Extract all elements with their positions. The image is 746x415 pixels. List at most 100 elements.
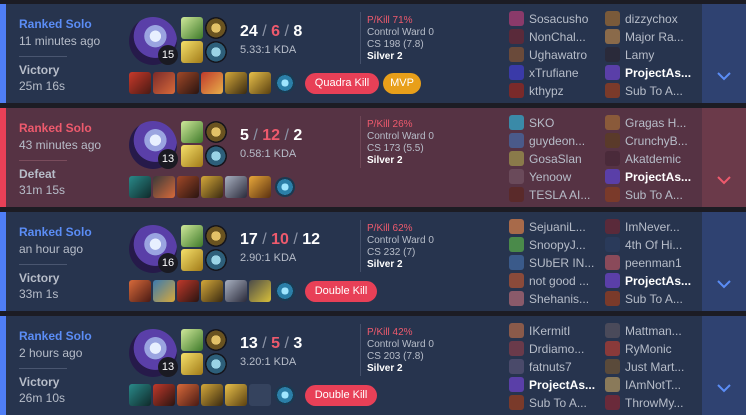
player-row[interactable]: Akatdemic	[605, 150, 697, 168]
item-icon[interactable]	[177, 72, 199, 94]
item-icon[interactable]	[201, 176, 223, 198]
primary-rune-icon[interactable]	[205, 121, 227, 143]
ward-trinket-icon[interactable]	[275, 177, 295, 197]
expand-button[interactable]	[702, 212, 746, 311]
player-row[interactable]: RyMonic	[605, 340, 697, 358]
match-card[interactable]: Ranked Solo 2 hours ago Victory 26m 10s …	[0, 316, 746, 415]
player-row[interactable]: Sub To A...	[605, 290, 697, 308]
player-name[interactable]: SejuaniL...	[529, 220, 586, 234]
player-row[interactable]: 4th Of Hi...	[605, 236, 697, 254]
player-row[interactable]: ProjectAs...	[509, 376, 601, 394]
player-row[interactable]: ImNever...	[605, 218, 697, 236]
player-row[interactable]: IAmNotT...	[605, 376, 697, 394]
player-row[interactable]: Shehanis...	[509, 290, 601, 308]
player-row[interactable]: Sosacusho	[509, 10, 601, 28]
player-row[interactable]: kthypz	[509, 82, 601, 100]
player-name[interactable]: fatnuts7	[529, 360, 572, 374]
item-icon[interactable]	[129, 72, 151, 94]
item-icon[interactable]	[201, 72, 223, 94]
flash-spell-icon[interactable]	[181, 249, 203, 271]
player-name[interactable]: guydeon...	[529, 134, 585, 148]
expand-button[interactable]	[702, 316, 746, 415]
player-row[interactable]: Ughawatro	[509, 46, 601, 64]
player-row[interactable]: peenman1	[605, 254, 697, 272]
match-card[interactable]: Ranked Solo an hour ago Victory 33m 1s 1…	[0, 212, 746, 311]
player-name[interactable]: Ughawatro	[529, 48, 587, 62]
player-name[interactable]: not good ...	[529, 274, 589, 288]
primary-rune-icon[interactable]	[205, 17, 227, 39]
item-icon[interactable]	[177, 280, 199, 302]
player-name[interactable]: Sub To A...	[625, 292, 683, 306]
player-row[interactable]: Drdiamo...	[509, 340, 601, 358]
summoner-spell-icon[interactable]	[181, 329, 203, 351]
primary-rune-icon[interactable]	[205, 329, 227, 351]
item-icon[interactable]	[153, 384, 175, 406]
summoner-spell-icon[interactable]	[181, 121, 203, 143]
flash-spell-icon[interactable]	[181, 353, 203, 375]
item-icon[interactable]	[225, 384, 247, 406]
summoner-spell-icon[interactable]	[181, 17, 203, 39]
expand-button[interactable]	[702, 4, 746, 103]
player-name[interactable]: IKermitI	[529, 324, 570, 338]
player-name[interactable]: Lamy	[625, 48, 654, 62]
item-icon[interactable]	[153, 176, 175, 198]
player-name[interactable]: SKO	[529, 116, 554, 130]
secondary-rune-icon[interactable]	[205, 353, 227, 375]
item-icon[interactable]	[153, 280, 175, 302]
player-row[interactable]: ProjectAs...	[605, 168, 697, 186]
player-name[interactable]: ImNever...	[625, 220, 680, 234]
player-name[interactable]: 4th Of Hi...	[625, 238, 682, 252]
player-name[interactable]: peenman1	[625, 256, 682, 270]
player-name-current[interactable]: ProjectAs...	[625, 170, 691, 184]
item-icon[interactable]	[129, 384, 151, 406]
item-icon[interactable]	[153, 72, 175, 94]
player-row[interactable]: Major Ra...	[605, 28, 697, 46]
player-name[interactable]: Just Mart...	[625, 360, 684, 374]
player-name[interactable]: SUbER IN...	[529, 256, 594, 270]
player-row[interactable]: SejuaniL...	[509, 218, 601, 236]
player-name[interactable]: GosaSlan	[529, 152, 582, 166]
player-row[interactable]: GosaSlan	[509, 150, 601, 168]
player-row[interactable]: Yenoow	[509, 168, 601, 186]
item-icon[interactable]	[201, 384, 223, 406]
player-row[interactable]: SUbER IN...	[509, 254, 601, 272]
player-name[interactable]: Sosacusho	[529, 12, 588, 26]
player-row[interactable]: NonChal...	[509, 28, 601, 46]
primary-rune-icon[interactable]	[205, 225, 227, 247]
player-name[interactable]: Major Ra...	[625, 30, 684, 44]
player-row[interactable]: Gragas H...	[605, 114, 697, 132]
expand-button[interactable]	[702, 108, 746, 207]
player-row[interactable]: fatnuts7	[509, 358, 601, 376]
item-icon[interactable]	[201, 280, 223, 302]
player-name[interactable]: kthypz	[529, 84, 564, 98]
player-name-current[interactable]: ProjectAs...	[625, 66, 691, 80]
item-icon[interactable]	[225, 176, 247, 198]
player-row[interactable]: ProjectAs...	[605, 64, 697, 82]
player-name[interactable]: NonChal...	[529, 30, 586, 44]
player-row[interactable]: CrunchyB...	[605, 132, 697, 150]
item-icon[interactable]	[177, 176, 199, 198]
ward-trinket-icon[interactable]	[275, 385, 295, 405]
player-name[interactable]: Drdiamo...	[529, 342, 584, 356]
player-name[interactable]: Mattman...	[625, 324, 682, 338]
player-name[interactable]: IAmNotT...	[625, 378, 681, 392]
player-name[interactable]: Sub To A...	[625, 188, 683, 202]
player-name[interactable]: Yenoow	[529, 170, 571, 184]
player-row[interactable]: Lamy	[605, 46, 697, 64]
player-row[interactable]: xTrufiane	[509, 64, 601, 82]
player-row[interactable]: TESLA AI...	[509, 186, 601, 204]
player-name[interactable]: Sub To A...	[529, 396, 587, 410]
item-icon[interactable]	[225, 280, 247, 302]
item-icon[interactable]	[249, 280, 271, 302]
player-name[interactable]: Sub To A...	[625, 84, 683, 98]
player-name[interactable]: TESLA AI...	[529, 188, 590, 202]
player-name[interactable]: SnoopyJ...	[529, 238, 586, 252]
player-name[interactable]: RyMonic	[625, 342, 672, 356]
player-name[interactable]: xTrufiane	[529, 66, 579, 80]
ward-trinket-icon[interactable]	[275, 281, 295, 301]
item-icon[interactable]	[249, 176, 271, 198]
player-row[interactable]: Mattman...	[605, 322, 697, 340]
player-name[interactable]: Shehanis...	[529, 292, 589, 306]
player-name[interactable]: Gragas H...	[625, 116, 686, 130]
secondary-rune-icon[interactable]	[205, 41, 227, 63]
